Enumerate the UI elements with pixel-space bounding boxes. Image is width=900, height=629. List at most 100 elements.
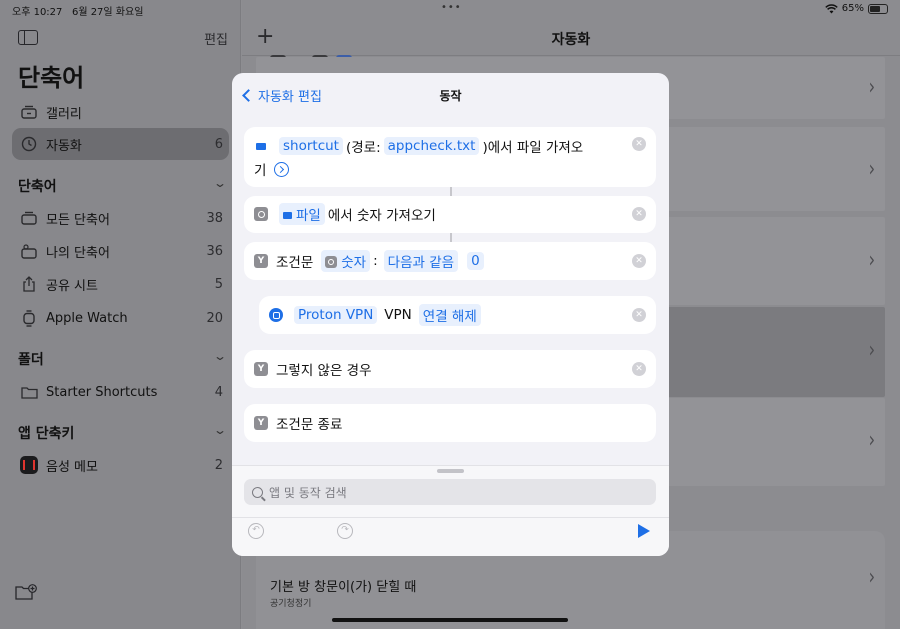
token-shortcut[interactable]: shortcut: [279, 137, 343, 155]
sidebar-item-label: Starter Shortcuts: [46, 384, 158, 400]
new-folder-icon[interactable]: [15, 584, 37, 600]
expand-arrow-icon[interactable]: [274, 161, 290, 177]
main-header: + 자동화: [242, 22, 900, 56]
section-header-shortcuts[interactable]: 단축어 ⌄: [18, 176, 227, 196]
action-get-file[interactable]: shortcut (경로: appcheck.txt )에서 파일 가져오 기 …: [244, 127, 656, 187]
sidebar-item-count: 2: [214, 457, 223, 473]
automation-subtitle: 공기청정기: [270, 599, 312, 609]
token-condition[interactable]: 다음과 같음: [383, 250, 459, 272]
sidebar-item-label: 음성 메모: [46, 459, 98, 475]
redo-icon[interactable]: ↷: [337, 523, 353, 539]
sidebar-item-count: 20: [206, 310, 223, 326]
vpn-icon: [269, 308, 283, 322]
number-icon: [325, 256, 338, 268]
clock-icon: [20, 135, 38, 153]
chevron-down-icon: ⌄: [212, 423, 228, 437]
sidebar-item-count: 4: [214, 384, 223, 400]
action-text: VPN: [384, 307, 412, 323]
token-number[interactable]: 숫자: [321, 250, 371, 272]
page-title: 자동화: [551, 32, 591, 48]
sidebar-item-all-shortcuts[interactable]: 모든 단축어 38: [12, 202, 229, 234]
action-text: 에서 숫자 가져오기: [327, 208, 436, 224]
action-text: (경로:: [345, 140, 381, 156]
action-if[interactable]: Y 조건문 숫자 : 다음과 같음 0 ✕: [244, 242, 656, 280]
home-indicator[interactable]: [332, 618, 568, 622]
chevron-down-icon: ⌄: [212, 349, 228, 363]
chevron-right-icon: ›: [868, 73, 875, 100]
sidebar-item-voice-memos[interactable]: 음성 메모 2: [12, 449, 229, 481]
action-search-panel: 앱 및 동작 검색 ↶ ↷: [232, 465, 669, 556]
sidebar-item-label: 자동화: [46, 138, 82, 154]
token-file[interactable]: 파일: [279, 203, 325, 225]
sidebar-item-automation[interactable]: 자동화 6: [12, 128, 229, 160]
section-header-app-shortcuts[interactable]: 앱 단축키 ⌄: [18, 423, 228, 443]
sidebar-title: 단축어: [18, 64, 85, 92]
sidebar-item-my-shortcuts[interactable]: 나의 단축어 36: [12, 235, 229, 267]
chevron-right-icon: ›: [868, 336, 875, 363]
action-text: :: [373, 253, 378, 269]
automation-title: 기본 방 창문이(가) 닫힐 때: [270, 580, 417, 595]
remove-action-icon[interactable]: ✕: [632, 137, 646, 151]
voice-memos-icon: [20, 456, 38, 474]
gallery-icon: [20, 103, 38, 121]
search-placeholder: 앱 및 동작 검색: [269, 485, 347, 500]
multitasking-dots-icon[interactable]: •••: [441, 2, 462, 13]
sidebar-item-apple-watch[interactable]: Apple Watch 20: [12, 302, 229, 334]
sidebar-item-label: 공유 시트: [46, 278, 98, 294]
sidebar-item-count: 36: [206, 243, 223, 259]
modal-title: 동작: [439, 89, 462, 103]
watch-icon: [20, 309, 38, 327]
sidebar-item-label: 갤러리: [46, 106, 82, 122]
chevron-right-icon: ›: [868, 563, 875, 590]
action-text: 조건문 종료: [276, 417, 343, 433]
action-vpn[interactable]: Proton VPN VPN 연결 해제 ✕: [259, 296, 656, 334]
number-icon: [254, 207, 268, 221]
chevron-right-icon: ›: [868, 155, 875, 182]
sidebar-item-share-sheet[interactable]: 공유 시트 5: [12, 268, 229, 300]
branch-icon: Y: [254, 254, 268, 268]
battery-percent: 65%: [841, 3, 864, 14]
play-icon[interactable]: [638, 524, 650, 538]
remove-action-icon[interactable]: ✕: [632, 308, 646, 322]
token-value[interactable]: 0: [467, 252, 484, 270]
folder-icon: [254, 139, 268, 153]
actions-modal: 자동화 편집 동작 shortcut (경로: appcheck.txt )에서…: [232, 73, 669, 556]
sidebar-item-label: 나의 단축어: [46, 245, 110, 261]
modal-header: 자동화 편집 동작: [232, 73, 669, 115]
section-header-folders[interactable]: 폴더 ⌄: [18, 349, 228, 369]
sidebar: 편집 단축어 갤러리 자동화 6 단축어 ⌄ 모든 단축어 38 나의 단축어 3…: [0, 0, 241, 629]
chevron-right-icon: ›: [868, 426, 875, 453]
action-text: 기: [254, 163, 267, 179]
undo-icon[interactable]: ↶: [248, 523, 264, 539]
edit-button[interactable]: 편집: [204, 29, 228, 48]
search-input[interactable]: 앱 및 동작 검색: [244, 479, 656, 505]
sidebar-item-label: Apple Watch: [46, 310, 128, 326]
remove-action-icon[interactable]: ✕: [632, 254, 646, 268]
stack-icon: [20, 209, 38, 227]
action-otherwise[interactable]: Y 그렇지 않은 경우 ✕: [244, 350, 656, 388]
person-stack-icon: [20, 242, 38, 260]
folder-icon: [20, 383, 38, 401]
branch-icon: Y: [254, 362, 268, 376]
sidebar-toggle-icon[interactable]: [18, 30, 38, 45]
sidebar-item-count: 38: [206, 210, 223, 226]
remove-action-icon[interactable]: ✕: [632, 207, 646, 221]
wifi-icon: [825, 3, 838, 13]
remove-action-icon[interactable]: ✕: [632, 362, 646, 376]
token-proton-vpn[interactable]: Proton VPN: [294, 306, 378, 324]
sidebar-item-starter-shortcuts[interactable]: Starter Shortcuts 4: [12, 376, 229, 408]
token-disconnect[interactable]: 연결 해제: [418, 304, 481, 326]
grabber-handle[interactable]: [437, 469, 464, 473]
branch-icon: Y: [254, 416, 268, 430]
sidebar-item-gallery[interactable]: 갤러리: [12, 96, 229, 128]
action-get-numbers[interactable]: 파일 에서 숫자 가져오기 ✕: [244, 196, 656, 233]
status-date: 6월 27일 화요일: [71, 7, 144, 18]
status-time: 오후 10:27 6월 27일 화요일: [12, 7, 144, 18]
status-right: 65%: [825, 3, 888, 14]
action-end-if[interactable]: Y 조건문 종료: [244, 404, 656, 442]
sidebar-item-count: 5: [214, 276, 223, 292]
search-icon: [252, 486, 263, 498]
token-filename[interactable]: appcheck.txt: [383, 137, 480, 155]
action-text: )에서 파일 가져오: [482, 140, 584, 156]
battery-icon: [868, 3, 888, 14]
